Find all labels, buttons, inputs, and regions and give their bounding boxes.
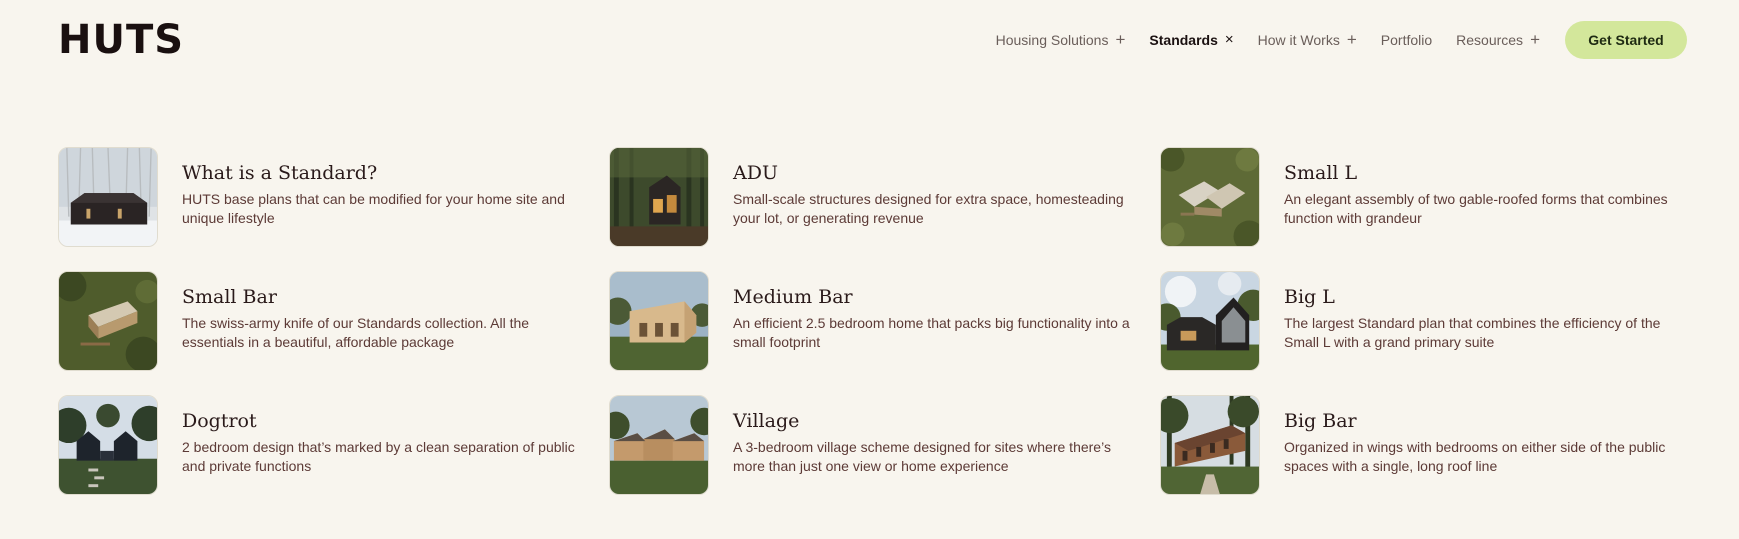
card-title: Dogtrot [182, 410, 257, 432]
nav-label: Resources [1456, 32, 1524, 48]
get-started-button[interactable]: Get Started [1565, 21, 1687, 59]
nav-label: Standards [1149, 32, 1218, 48]
thumbnail-image [609, 271, 709, 371]
card-title: Village [733, 410, 800, 432]
card-description: Small-scale structures designed for extr… [733, 191, 1124, 226]
thumbnail-image [1160, 271, 1260, 371]
card-description: Organized in wings with bedrooms on eith… [1284, 439, 1666, 474]
nav-portfolio[interactable]: Portfolio [1381, 32, 1432, 48]
standard-card-small-l[interactable]: Small L An elegant assembly of two gable… [1160, 147, 1711, 271]
nav-how-it-works[interactable]: How it Works + [1257, 30, 1357, 49]
thumbnail-image [1160, 147, 1260, 247]
card-description: An elegant assembly of two gable-roofed … [1284, 191, 1668, 226]
nav-label: How it Works [1257, 32, 1340, 48]
standards-grid: What is a Standard? HUTS base plans that… [58, 147, 1711, 519]
plus-icon: + [1115, 30, 1126, 49]
standard-card-adu[interactable]: ADU Small-scale structures designed for … [609, 147, 1160, 271]
card-description: 2 bedroom design that’s marked by a clea… [182, 439, 575, 474]
plus-icon: + [1346, 30, 1357, 49]
standard-card-small-bar[interactable]: Small Bar The swiss-army knife of our St… [58, 271, 609, 395]
main-nav: Housing Solutions + Standards × How it W… [972, 20, 1687, 60]
card-description: The largest Standard plan that combines … [1284, 315, 1661, 350]
standard-card-what-is-a-standard[interactable]: What is a Standard? HUTS base plans that… [58, 147, 609, 271]
standard-card-dogtrot[interactable]: Dogtrot 2 bedroom design that’s marked b… [58, 395, 609, 519]
card-description: HUTS base plans that can be modified for… [182, 191, 565, 226]
thumbnail-image [1160, 395, 1260, 495]
nav-label: Housing Solutions [995, 32, 1109, 48]
thumbnail-image [609, 147, 709, 247]
thumbnail-image [58, 147, 158, 247]
close-icon: × [1224, 31, 1234, 48]
card-title: Small L [1284, 162, 1358, 184]
nav-standards[interactable]: Standards × [1149, 32, 1233, 48]
thumbnail-image [58, 271, 158, 371]
plus-icon: + [1530, 30, 1540, 49]
standard-card-big-bar[interactable]: Big Bar Organized in wings with bedrooms… [1160, 395, 1711, 519]
standard-card-village[interactable]: Village A 3-bedroom village scheme desig… [609, 395, 1160, 519]
card-description: The swiss-army knife of our Standards co… [182, 315, 530, 350]
standard-card-big-l[interactable]: Big L The largest Standard plan that com… [1160, 271, 1711, 395]
nav-label: Portfolio [1380, 32, 1433, 48]
card-title: Medium Bar [733, 286, 853, 308]
nav-housing-solutions[interactable]: Housing Solutions + [995, 30, 1126, 49]
card-title: Big L [1284, 286, 1335, 308]
card-title: ADU [733, 162, 778, 184]
card-description: A 3-bedroom village scheme designed for … [733, 439, 1111, 474]
site-header: HUTS Housing Solutions + Standards × How… [0, 0, 1739, 80]
card-title: Small Bar [182, 286, 277, 308]
card-title: What is a Standard? [182, 162, 378, 184]
thumbnail-image [609, 395, 709, 495]
nav-resources[interactable]: Resources + [1456, 30, 1540, 49]
standard-card-medium-bar[interactable]: Medium Bar An efficient 2.5 bedroom home… [609, 271, 1160, 395]
huts-logo[interactable]: HUTS [58, 20, 184, 60]
card-description: An efficient 2.5 bedroom home that packs… [733, 315, 1130, 350]
thumbnail-image [58, 395, 158, 495]
card-title: Big Bar [1284, 410, 1357, 432]
